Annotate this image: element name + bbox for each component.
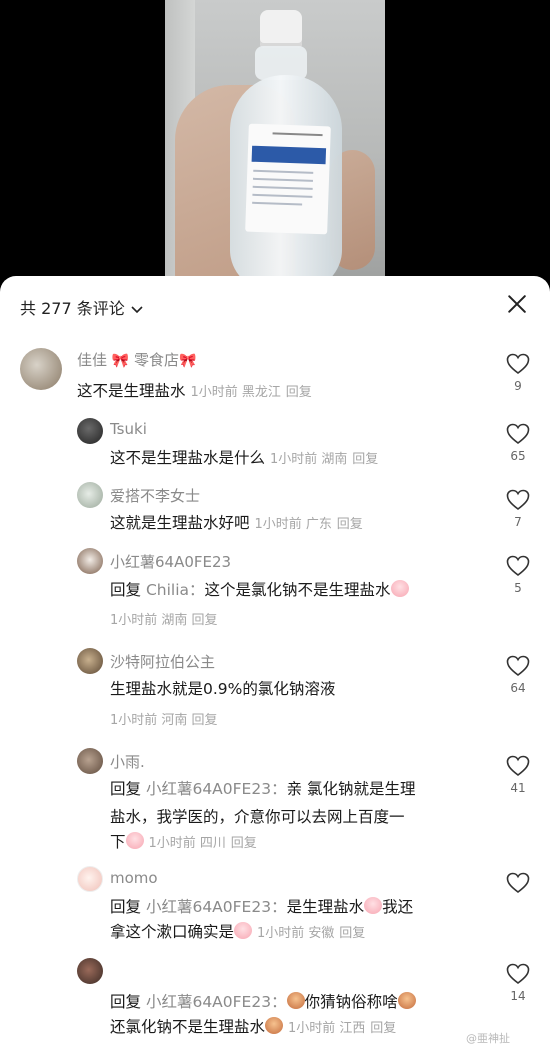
comment-meta: 1小时前 安徽 xyxy=(256,926,335,941)
angry-emoji-icon xyxy=(265,1017,284,1034)
comment-text: 回复 Chilia：这个是氯化钠不是生理盐水 xyxy=(110,576,409,605)
comment-meta-line: 1小时前 河南 回复 xyxy=(110,709,218,728)
heart-icon xyxy=(506,489,530,511)
comment-author[interactable]: 沙特阿拉伯公主 xyxy=(110,651,215,672)
avatar[interactable] xyxy=(77,958,103,984)
comment-text: 生理盐水就是0.9%的氯化钠溶液 xyxy=(110,680,336,698)
comment-author[interactable]: 小雨. xyxy=(110,751,145,772)
reply-prefix: 回复 xyxy=(110,993,142,1011)
like-count: 65 xyxy=(510,449,526,463)
angry-emoji-icon xyxy=(397,992,416,1009)
reply-target[interactable]: 小红薯64A0FE23： xyxy=(146,898,287,916)
comment-meta: 1小时前 江西 xyxy=(287,1021,366,1036)
like-count: 14 xyxy=(510,989,526,1003)
heart-icon xyxy=(506,555,530,577)
like-count: 41 xyxy=(510,781,526,795)
close-icon[interactable] xyxy=(504,292,530,318)
comment-text-line: 还氯化钠不是生理盐水 1小时前 江西 回复 xyxy=(110,1017,397,1036)
comment-author[interactable]: Tsuki xyxy=(110,420,147,438)
comment-text-line: 下 1小时前 四川 回复 xyxy=(110,832,257,851)
comment-text: 这就是生理盐水好吧 1小时前 广东 回复 xyxy=(110,514,363,532)
chevron-down-icon[interactable] xyxy=(131,303,143,317)
comment-text: 回复 小红薯64A0FE23：亲 氯化钠就是生理 xyxy=(110,780,416,798)
reply-button[interactable]: 回复 xyxy=(352,452,378,467)
crying-emoji-icon xyxy=(125,832,144,849)
reply-button[interactable]: 回复 xyxy=(192,713,218,728)
comment-meta: 1小时前 四川 xyxy=(148,836,226,851)
reply-target[interactable]: 小红薯64A0FE23： xyxy=(146,780,287,798)
reply-button[interactable]: 回复 xyxy=(286,385,312,400)
like-button[interactable]: 9 xyxy=(498,353,538,393)
crying-emoji-icon xyxy=(364,897,383,914)
heart-icon xyxy=(506,423,530,445)
reply-target[interactable]: Chilia： xyxy=(146,581,205,599)
avatar[interactable] xyxy=(20,348,62,390)
crying-emoji-icon xyxy=(234,922,253,939)
heart-icon xyxy=(506,755,530,777)
comment-meta: 1小时前 广东 xyxy=(254,517,332,532)
comment-text: 这不是生理盐水是什么 1小时前 湖南 回复 xyxy=(110,449,379,467)
avatar[interactable] xyxy=(77,548,103,574)
comment-author[interactable]: momo xyxy=(110,869,158,887)
like-button[interactable]: 14 xyxy=(498,963,538,1003)
reply-prefix: 回复 xyxy=(110,898,142,916)
saline-bottle-image xyxy=(225,10,345,285)
comment-count-label: 共 277 条评论 xyxy=(20,299,125,318)
comment-author[interactable]: 爱搭不李女士 xyxy=(110,485,200,506)
comment-text-line: 拿这个漱口确实是 1小时前 安徽 回复 xyxy=(110,922,366,941)
reply-button[interactable]: 回复 xyxy=(337,517,363,532)
avatar[interactable] xyxy=(77,748,103,774)
video-frame xyxy=(165,0,385,285)
like-count: 64 xyxy=(510,681,526,695)
reply-prefix: 回复 xyxy=(110,581,142,599)
comment-text: 这不是生理盐水 1小时前 黑龙江 回复 xyxy=(77,382,312,400)
comment-meta: 1小时前 湖南 xyxy=(110,613,188,628)
like-button[interactable]: 7 xyxy=(498,489,538,529)
video-preview[interactable] xyxy=(0,0,550,285)
like-button[interactable]: 41 xyxy=(498,755,538,795)
reply-prefix: 回复 xyxy=(110,780,142,798)
bow-icon: 🎀 xyxy=(179,353,197,369)
avatar[interactable] xyxy=(77,418,103,444)
like-button[interactable] xyxy=(498,872,538,898)
comment-meta: 1小时前 黑龙江 xyxy=(190,385,281,400)
reply-button[interactable]: 回复 xyxy=(231,836,257,851)
reply-target[interactable]: 小红薯64A0FE23： xyxy=(146,993,287,1011)
heart-icon xyxy=(506,655,530,677)
like-button[interactable]: 65 xyxy=(498,423,538,463)
comment-author[interactable]: 小红薯64A0FE23 xyxy=(110,551,231,572)
like-count: 9 xyxy=(514,379,522,393)
avatar[interactable] xyxy=(77,482,103,508)
heart-icon xyxy=(506,353,530,375)
comment-meta: 1小时前 湖南 xyxy=(269,452,348,467)
avatar[interactable] xyxy=(77,648,103,674)
angry-emoji-icon xyxy=(286,992,305,1009)
like-button[interactable]: 5 xyxy=(498,555,538,595)
bow-icon: 🎀 xyxy=(111,353,130,369)
comment-meta: 1小时前 河南 xyxy=(110,713,188,728)
reply-button[interactable]: 回复 xyxy=(370,1021,396,1036)
like-count: 7 xyxy=(514,515,522,529)
heart-icon xyxy=(506,872,530,894)
watermark: @亜神扯 xyxy=(466,1032,510,1045)
comment-meta-line: 1小时前 湖南 回复 xyxy=(110,609,218,628)
reply-button[interactable]: 回复 xyxy=(339,926,365,941)
heart-icon xyxy=(506,963,530,985)
like-count: 5 xyxy=(514,581,522,595)
like-button[interactable]: 64 xyxy=(498,655,538,695)
comment-author[interactable]: 佳佳 🎀 零食店🎀 xyxy=(77,349,196,370)
crying-emoji-icon xyxy=(390,580,409,597)
avatar[interactable] xyxy=(77,866,103,892)
comment-count-title[interactable]: 共 277 条评论 xyxy=(20,295,143,319)
reply-button[interactable]: 回复 xyxy=(192,613,218,628)
